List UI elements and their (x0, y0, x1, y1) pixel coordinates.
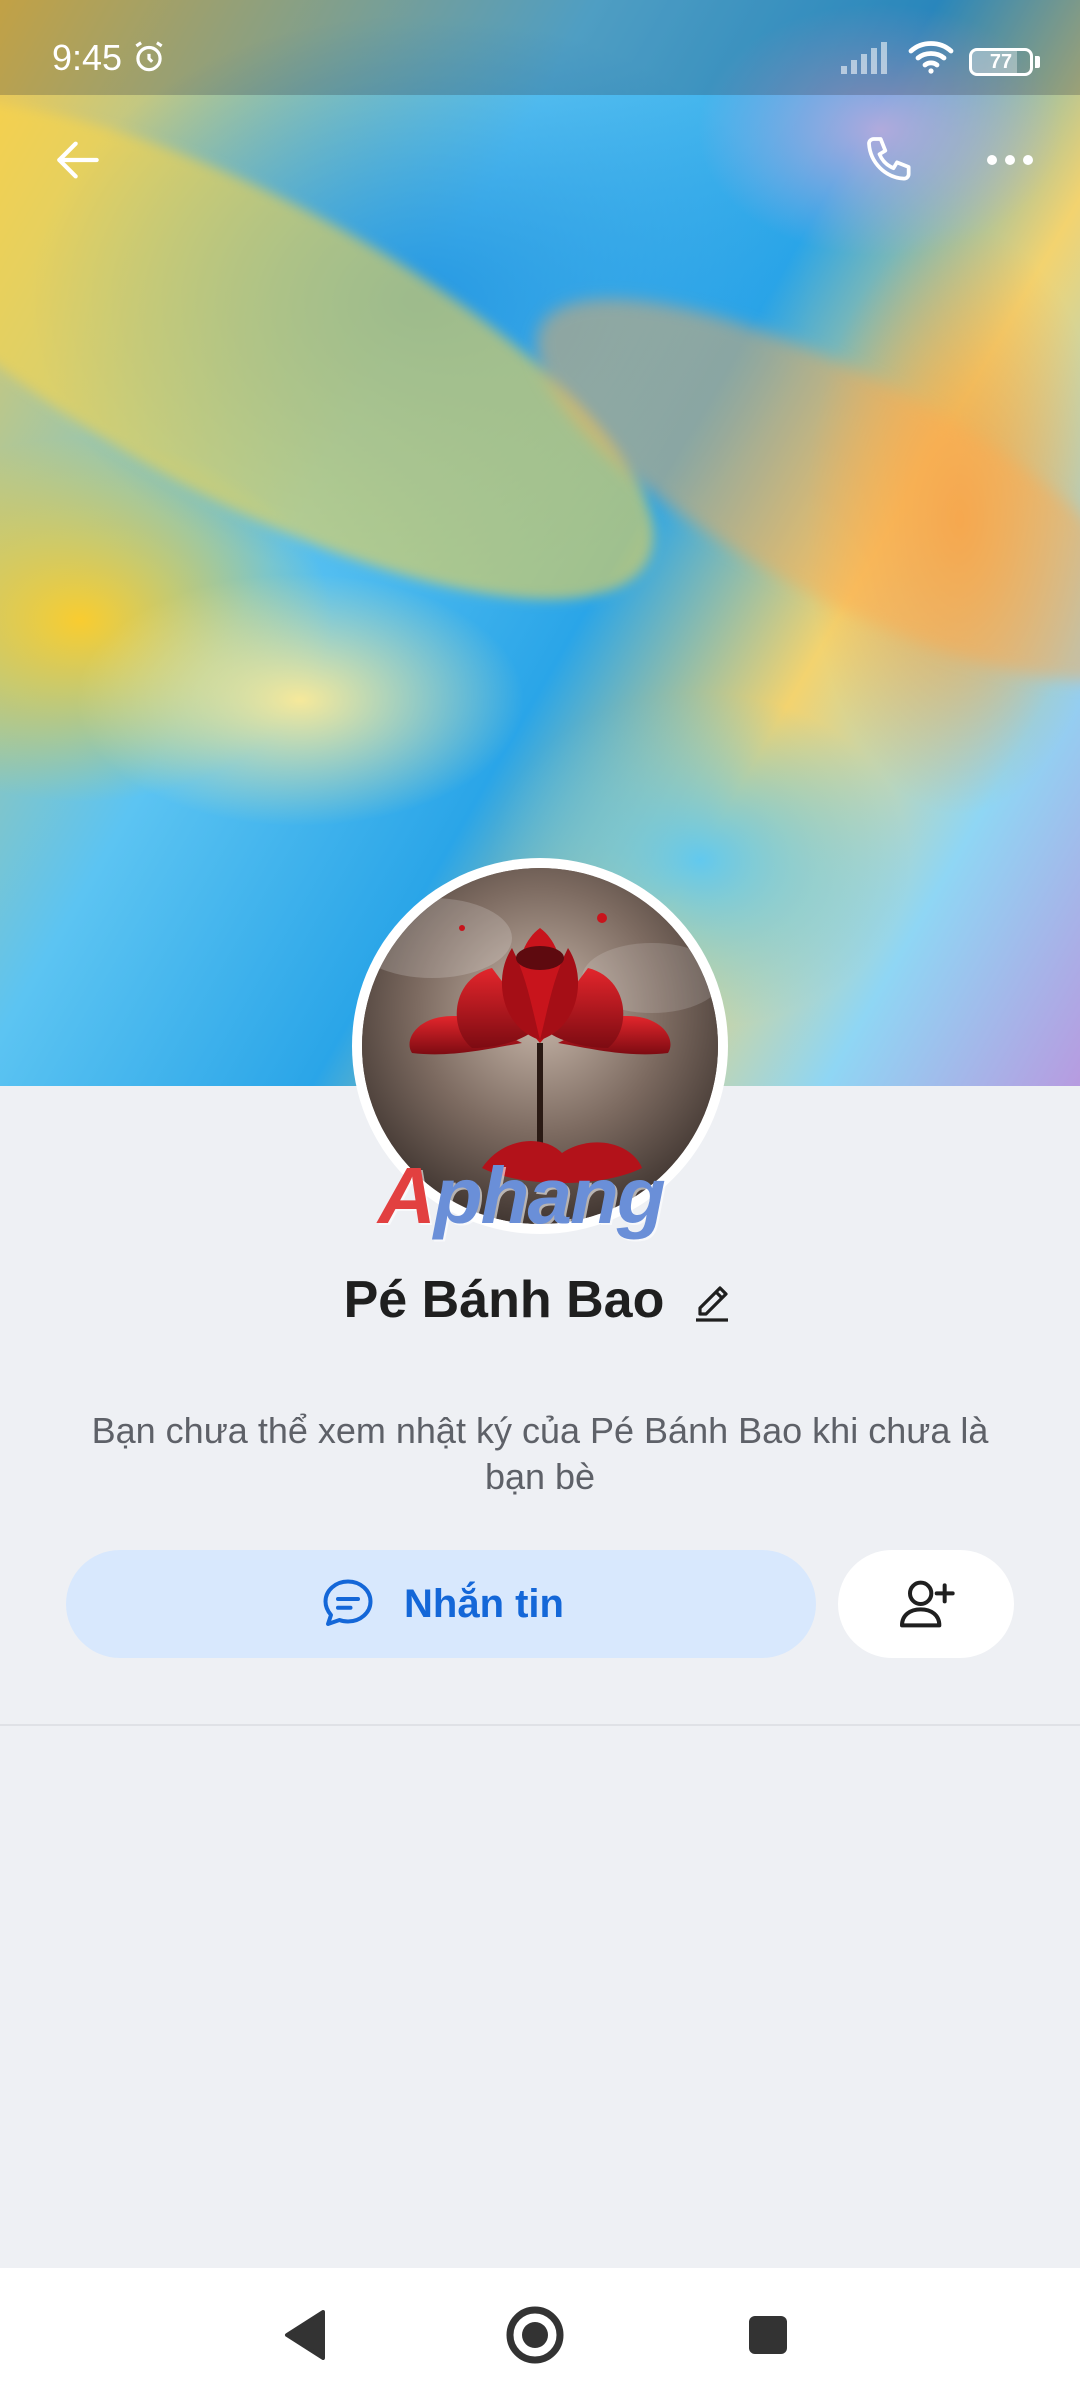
add-friend-button[interactable] (838, 1550, 1014, 1658)
pencil-icon (696, 1286, 729, 1322)
battery-indicator: 77 (969, 47, 1040, 76)
phone-icon (867, 137, 911, 181)
friend-notice: Bạn chưa thể xem nhật ký của Pé Bánh Bao… (91, 1410, 989, 1497)
circle-home-icon (506, 2306, 564, 2364)
profile-name-row: Pé Bánh Bao (0, 1270, 1080, 1330)
call-button[interactable] (850, 120, 930, 200)
profile-name: Pé Bánh Bao (343, 1271, 665, 1329)
more-horizontal-icon (987, 155, 1033, 165)
arrow-left-icon (57, 141, 99, 179)
wifi-icon (907, 38, 955, 85)
top-action-bar (0, 110, 1080, 210)
edit-name-button[interactable] (688, 1276, 736, 1324)
message-button-label: Nhắn tin (404, 1581, 564, 1626)
chat-bubble-icon (323, 1579, 373, 1626)
status-time: 9:45 (52, 37, 123, 78)
watermark-logo: Aphang (378, 1151, 666, 1240)
nav-back-button[interactable] (270, 2300, 340, 2370)
status-bar: 9:45 77 (0, 0, 1080, 95)
nav-recents-button[interactable] (733, 2300, 803, 2370)
nav-home-button[interactable] (500, 2300, 570, 2370)
cell-signal-icon (841, 41, 893, 83)
add-user-icon (900, 1580, 955, 1628)
system-navigation-bar (0, 2268, 1080, 2400)
square-recents-icon (749, 2316, 787, 2354)
triangle-back-icon (285, 2310, 325, 2360)
more-options-button[interactable] (970, 120, 1050, 200)
alarm-clock-icon (130, 38, 168, 85)
message-button[interactable]: Nhắn tin (66, 1550, 816, 1658)
status-indicators: 77 (841, 38, 1040, 85)
section-divider (0, 1724, 1080, 1726)
back-button[interactable] (38, 120, 118, 200)
battery-level: 77 (989, 50, 1013, 73)
